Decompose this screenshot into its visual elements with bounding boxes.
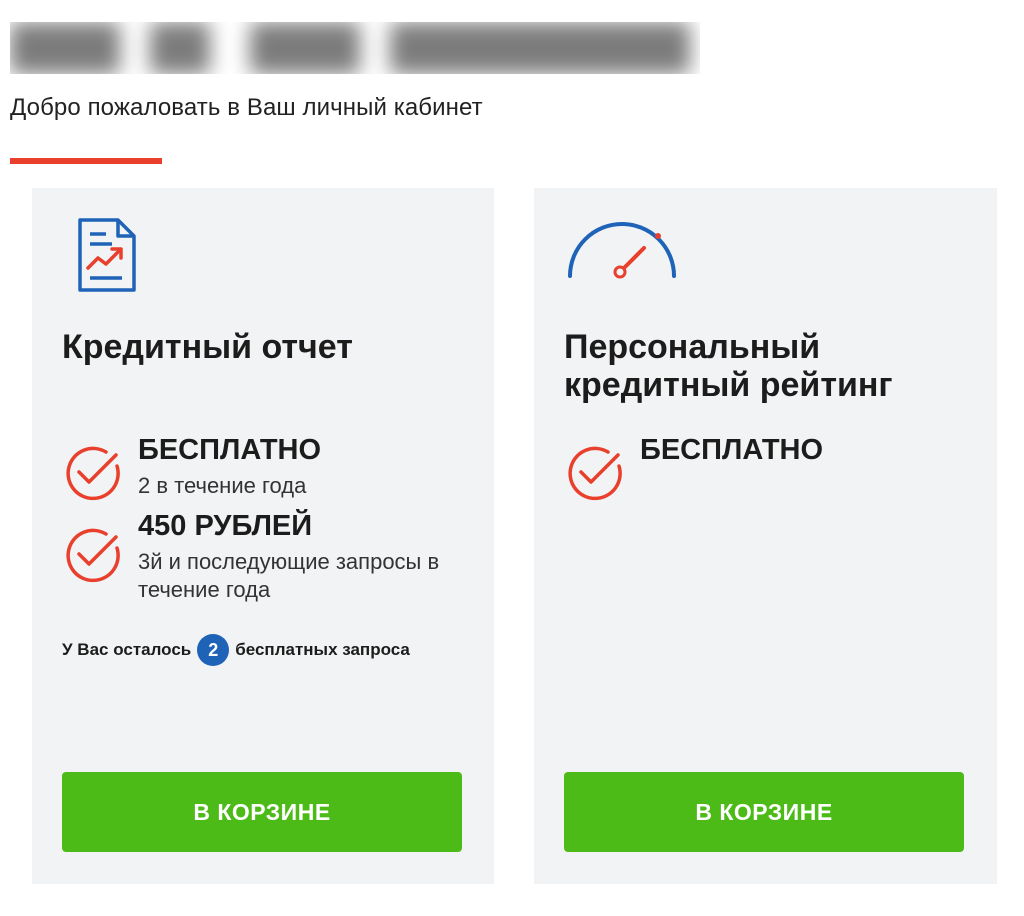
feature-price: БЕСПЛАТНО <box>138 434 322 466</box>
feature-description: 2 в течение года <box>138 473 307 498</box>
card-title: Кредитный отчет <box>62 328 353 366</box>
welcome-subtitle: Добро пожаловать в Ваш личный кабинет <box>10 94 483 121</box>
in-cart-button[interactable]: В КОРЗИНЕ <box>62 772 462 852</box>
feature-price: 450 РУБЛЕЙ <box>138 510 313 542</box>
credit-report-card: Кредитный отчет БЕСПЛАТНО 2 в течение го… <box>32 188 494 884</box>
feature-description: 3й и последующие запросы в течение года <box>138 549 440 602</box>
feature-free: БЕСПЛАТНО 2 в течение года <box>62 434 482 514</box>
check-circle-icon <box>62 524 122 584</box>
page: Добро пожаловать в Ваш личный кабинет Кр… <box>0 0 1024 916</box>
feature-paid: 450 РУБЛЕЙ 3й и последующие запросы в те… <box>62 510 482 610</box>
feature-free: БЕСПЛАТНО <box>564 434 984 514</box>
in-cart-button[interactable]: В КОРЗИНЕ <box>564 772 964 852</box>
check-circle-icon <box>62 442 122 502</box>
feature-price: БЕСПЛАТНО <box>640 434 824 466</box>
remaining-suffix: бесплатных запроса <box>235 640 410 659</box>
accent-divider <box>10 158 162 164</box>
speedometer-icon <box>564 218 680 289</box>
remaining-prefix: У Вас осталось <box>62 640 192 659</box>
remaining-requests: У Вас осталось 2 бесплатных запроса <box>62 634 410 666</box>
card-title: Персональный кредитный рейтинг <box>564 328 893 404</box>
remaining-count-badge: 2 <box>197 634 230 666</box>
credit-rating-card: Персональный кредитный рейтинг БЕСПЛАТНО… <box>534 188 997 884</box>
document-chart-icon <box>74 216 138 299</box>
blurred-page-title <box>10 22 700 74</box>
check-circle-icon <box>564 442 624 502</box>
